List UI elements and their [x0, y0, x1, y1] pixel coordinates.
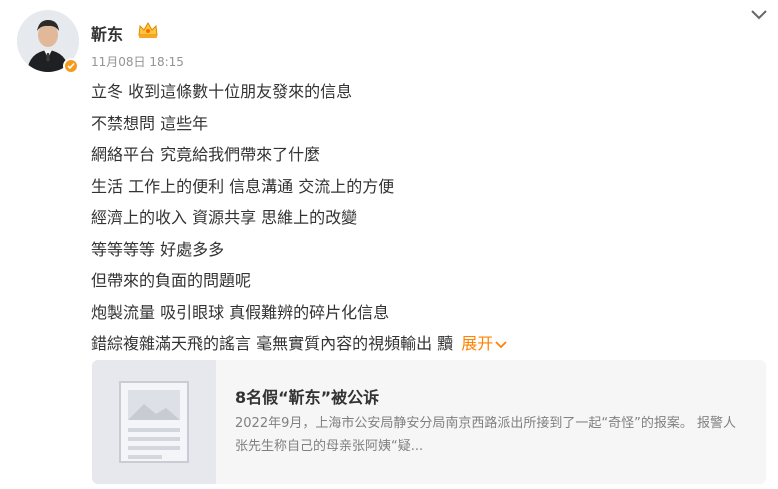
- crown-icon: [138, 21, 158, 38]
- post-line: 不禁想問 這些年: [91, 113, 209, 133]
- card-thumbnail: [92, 360, 216, 484]
- post-line: 網絡平台 究竟給我們帶來了什麼: [91, 145, 321, 164]
- link-card[interactable]: 8名假“靳东”被公诉 2022年9月，上海市公安局静安分局南京西路派出所接到了一…: [92, 360, 766, 484]
- post-timestamp[interactable]: 11月08日 18:15: [91, 53, 184, 70]
- post-line-last: 錯綜複雜滿天飛的謠言 毫無實質內容的視頻輸出 黷展开: [91, 328, 761, 360]
- card-description: 2022年9月，上海市公安局静安分局南京西路派出所接到了一起“奇怪”的报案。 报…: [235, 416, 736, 454]
- post-line-text: 錯綜複雜滿天飛的謠言 毫無實質內容的視頻輸出 黷: [91, 334, 454, 353]
- article-icon: [119, 381, 189, 463]
- verified-badge-icon: [63, 58, 79, 74]
- post-line: 但帶來的負面的問題呢: [91, 271, 252, 290]
- card-title[interactable]: 8名假“靳东”被公诉: [235, 384, 379, 408]
- post-content: 立冬 收到這條數十位朋友發來的信息 不禁想問 這些年 網絡平台 究竟給我們帶來了…: [91, 76, 761, 360]
- post-line: 等等等等 好處多多: [91, 239, 225, 259]
- post-line: 生活 工作上的便利 信息溝通 交流上的方便: [91, 176, 395, 196]
- expand-label[interactable]: 展开: [461, 334, 493, 353]
- post-line: 立冬 收到這條數十位朋友發來的信息: [91, 82, 353, 101]
- post-line: 經濟上的收入 資源共享 思維上的改變: [91, 208, 358, 227]
- username[interactable]: 靳东: [91, 21, 123, 45]
- chevron-down-icon[interactable]: [750, 8, 768, 22]
- expand-chevron-icon[interactable]: [495, 340, 507, 349]
- post-line: 炮製流量 吸引眼球 真假難辨的碎片化信息: [91, 302, 390, 322]
- expand-button[interactable]: 展开: [461, 334, 507, 353]
